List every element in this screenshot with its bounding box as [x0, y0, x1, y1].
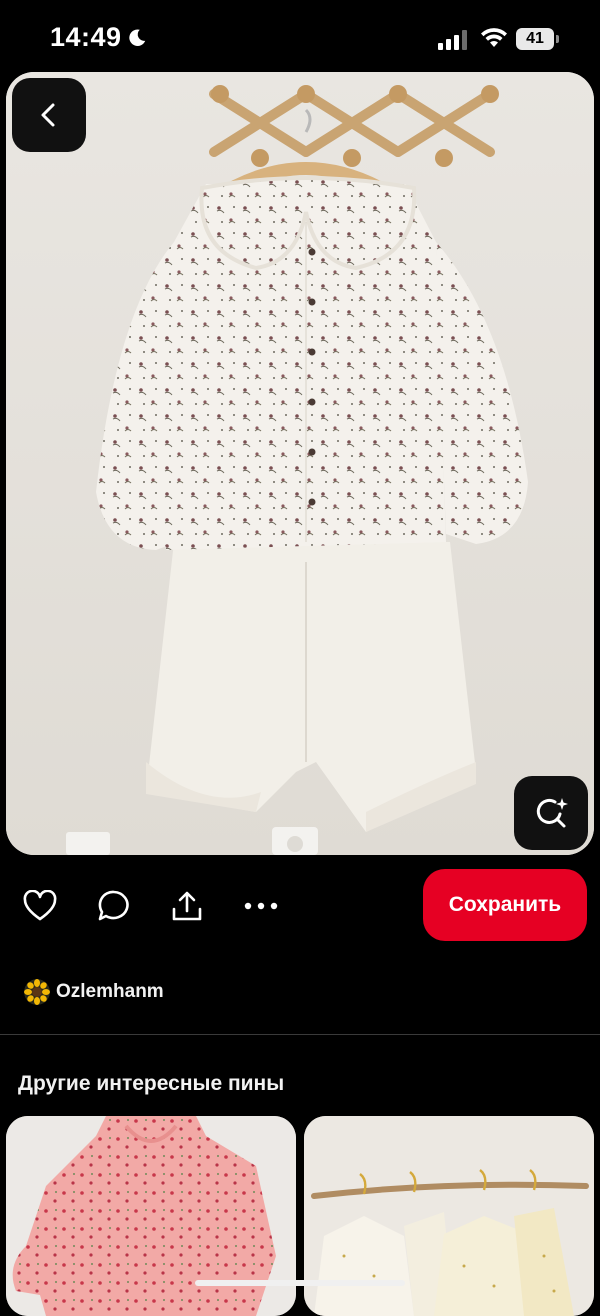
author-avatar	[24, 979, 50, 1005]
home-indicator[interactable]	[195, 1280, 405, 1286]
share-icon	[172, 891, 202, 921]
back-button[interactable]	[12, 78, 86, 152]
pin-image[interactable]	[6, 72, 594, 855]
search-sparkle-icon	[536, 798, 568, 828]
related-pin-image	[304, 1116, 594, 1316]
section-divider	[0, 1034, 600, 1035]
related-pin-image	[6, 1116, 296, 1316]
comment-button[interactable]	[96, 888, 132, 924]
more-dots-icon	[244, 902, 278, 910]
wifi-icon	[481, 28, 507, 47]
author-name: Ozlemhanm	[56, 981, 164, 1002]
save-button[interactable]: Сохранить	[423, 869, 587, 941]
battery-indicator: 41	[516, 28, 554, 50]
cellular-signal-icon	[438, 30, 467, 50]
like-button[interactable]	[22, 888, 58, 924]
moon-icon	[129, 29, 146, 46]
pin-photo	[6, 72, 594, 855]
heart-icon	[23, 890, 57, 921]
chat-bubble-icon	[98, 890, 129, 921]
sunflower-icon	[24, 979, 50, 1005]
action-row: Сохранить	[0, 866, 600, 944]
related-pins-title: Другие интересные пины	[18, 1072, 285, 1095]
visual-search-button[interactable]	[514, 776, 588, 850]
related-pin[interactable]	[304, 1116, 594, 1316]
more-options-button[interactable]	[243, 888, 279, 924]
author-link[interactable]: Ozlemhanm	[24, 978, 164, 1006]
share-button[interactable]	[169, 888, 205, 924]
status-time: 14:49	[50, 22, 122, 52]
chevron-left-icon	[41, 103, 55, 127]
related-pin[interactable]	[6, 1116, 296, 1316]
battery-tip	[556, 35, 559, 43]
status-bar: 14:49 41	[0, 0, 600, 72]
